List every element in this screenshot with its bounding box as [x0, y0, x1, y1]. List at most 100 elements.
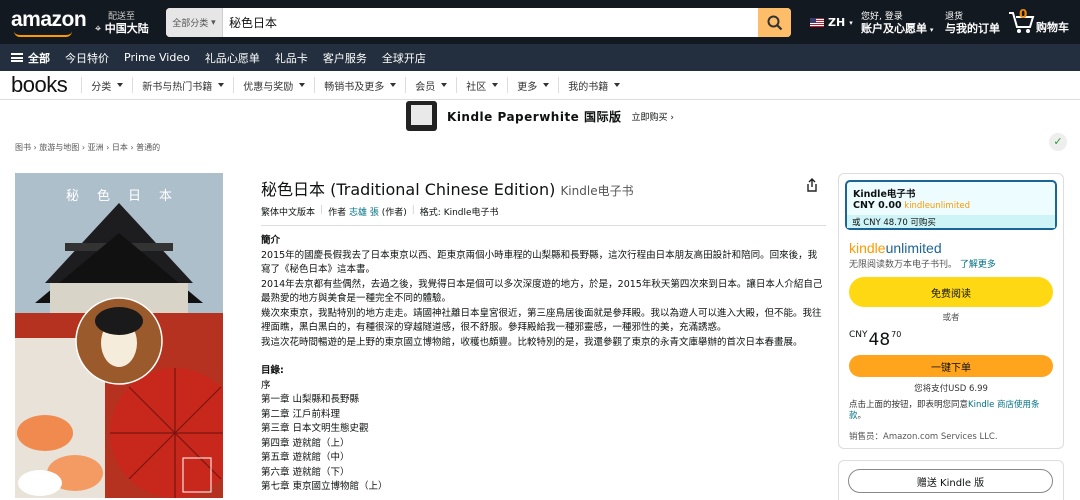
learn-more-link[interactable]: 了解更多 [960, 260, 996, 270]
book-description: 簡介 2015年的國慶長假我去了日本東京以西、距東京兩個小時車程的山梨縣和長野縣… [261, 234, 826, 495]
read-free-button[interactable]: 免费阅读 [849, 277, 1053, 307]
format-value: Kindle电子书 [443, 208, 499, 218]
product-format-suffix: Kindle电子书 [560, 184, 634, 198]
subnav-best-sellers[interactable]: 畅销书及更多 [314, 77, 405, 93]
kindle-banner[interactable]: Kindle Paperwhite 国际版 立即购买 › [0, 100, 1080, 132]
main-nav: 全部 今日特价 Prime Video 礼品心愿单 礼品卡 客户服务 全球开店 [0, 44, 1080, 71]
nav-item-gift-registry[interactable]: 礼品心愿单 [205, 50, 260, 66]
top-header: amazon 配送至 ⌖ 中国大陆 全部分类 ▾ ZH ▾ 您好, 登录 账户及… [0, 0, 1080, 44]
seller-info: 销售员：Amazon.com Services LLC. [849, 432, 998, 442]
subnav-categories[interactable]: 分类 [81, 77, 132, 93]
kindle-device-image [406, 101, 438, 131]
caret-down-icon [390, 83, 397, 87]
search-input[interactable] [223, 8, 758, 37]
nav-item-sell[interactable]: 全球开店 [382, 50, 426, 66]
price: CNY 48 70 [849, 330, 1063, 350]
price-currency: CNY [849, 330, 868, 340]
format-option-kindle[interactable]: Kindle电子书 CNY 0.00 kindleunlimited 或 CNY… [845, 180, 1057, 230]
caret-down-icon [492, 83, 499, 87]
format-label: 格式: [419, 208, 441, 218]
deliver-to-location: 中国大陆 [104, 22, 149, 35]
toc-item: 第五章 遊就館（中） [261, 452, 350, 463]
nav-item-prime-video[interactable]: Prime Video [124, 51, 190, 64]
all-menu-label: 全部 [28, 51, 50, 65]
price-whole: 48 [868, 330, 891, 350]
intro-paragraph: 2014年去京都有些偶然，去過之後，我覺得日本是個可以多次深度遊的地方，於是，2… [261, 278, 823, 305]
nav-item-customer-service[interactable]: 客户服务 [323, 50, 367, 66]
toc-item: 第三章 日本文明生態史觀 [261, 423, 369, 434]
caret-down-icon [543, 83, 550, 87]
intro-paragraph: 2015年的國慶長假我去了日本東京以西、距東京兩個小時車程的山梨縣和長野縣，這次… [261, 249, 818, 276]
cart-count: 0 [1019, 7, 1028, 21]
nav-item-deals[interactable]: 今日特价 [65, 50, 109, 66]
verified-check-icon[interactable]: ✓ [1049, 133, 1067, 151]
product-title: 秘色日本 (Traditional Chinese Edition) [261, 180, 556, 199]
subnav-label: 优惠与奖励 [243, 81, 294, 93]
all-menu-button[interactable]: 全部 [11, 50, 50, 66]
toc-item: 第一章 山梨縣和長野縣 [261, 394, 360, 405]
caret-down-icon [441, 83, 448, 87]
cover-title: 秘色日本 [65, 189, 190, 204]
hamburger-icon [11, 53, 23, 62]
subnav-membership[interactable]: 会员 [405, 77, 456, 93]
subnav-label: 分类 [91, 81, 112, 93]
product-details: 秘色日本 (Traditional Chinese Edition) Kindl… [261, 176, 826, 495]
subnav-deals[interactable]: 优惠与奖励 [233, 77, 314, 93]
banner-title: Kindle Paperwhite 国际版 [447, 109, 622, 124]
toc-item: 第二章 江戶前料理 [261, 408, 341, 420]
search-bar: 全部分类 ▾ [166, 8, 791, 37]
subnav-label: 畅销书及更多 [324, 81, 385, 93]
subnav-more[interactable]: 更多 [507, 77, 558, 93]
search-button[interactable] [758, 8, 791, 37]
buy-now-button[interactable]: 一键下单 [849, 355, 1053, 377]
gift-kindle-button[interactable]: 赠送 Kindle 版 [848, 469, 1053, 493]
intro-paragraph: 幾次來東京，我點特別的地方走走。靖國神社離日本皇宮很近，第三座鳥居後面就是參拜殿… [261, 307, 822, 334]
breadcrumb[interactable]: 图书 › 旅游与地图 › 亚洲 › 日本 › 普通的 [15, 142, 160, 153]
books-brand[interactable]: books [11, 72, 68, 98]
intro-paragraph: 我這次花時間暢遊的是上野的東京國立博物館，收穫也頗豐。比較特別的是，我還參觀了東… [261, 336, 803, 348]
author-label: 作者 [328, 208, 347, 218]
orders-link[interactable]: 退货 与我的订单 [945, 12, 1000, 36]
subnav-my-books[interactable]: 我的书籍 [558, 77, 629, 93]
amazon-logo[interactable]: amazon [11, 8, 87, 32]
terms-text-end: 。 [857, 411, 867, 421]
search-category-label: 全部分类 [172, 19, 209, 29]
cover-artwork [15, 173, 223, 498]
format-option-price: CNY 0.00 [853, 200, 902, 211]
search-category-select[interactable]: 全部分类 ▾ [166, 8, 223, 37]
account-menu[interactable]: 您好, 登录 账户及心愿单 ▾ [861, 12, 933, 36]
format-option-label: Kindle电子书 [853, 189, 916, 200]
cart-label: 购物车 [1036, 21, 1069, 34]
edition-label: 繁体中文版本 [261, 208, 316, 218]
toc-item: 序 [261, 379, 271, 391]
intro-heading: 簡介 [261, 235, 281, 246]
location-pin-icon: ⌖ [95, 22, 102, 35]
ku-desc-text: 无限阅读数万本电子书刊。 [849, 260, 958, 270]
caret-down-icon [614, 83, 621, 87]
banner-cta[interactable]: 立即购买 › [632, 110, 674, 123]
cart-button[interactable]: 0 购物车 [1008, 7, 1069, 35]
kindle-unlimited-logo-b: unlimited [885, 240, 942, 256]
subnav-community[interactable]: 社区 [456, 77, 507, 93]
terms-text: 点击上面的按钮，即表明您同意 [849, 400, 969, 410]
product-byline: 繁体中文版本 | 作者 志雄 張 (作者) | 格式: Kindle电子书 [261, 205, 826, 218]
format-option-alt-price: 或 CNY 48.70 可购买 [847, 215, 1055, 228]
nav-item-gift-cards[interactable]: 礼品卡 [275, 50, 308, 66]
language-label: ZH [828, 16, 846, 29]
chevron-down-icon: ▾ [849, 18, 853, 27]
deliver-to[interactable]: 配送至 ⌖ 中国大陆 [95, 11, 149, 35]
buy-box: Kindle电子书 CNY 0.00 kindleunlimited 或 CNY… [838, 173, 1064, 449]
price-fraction: 70 [891, 330, 902, 339]
us-flag-icon [810, 18, 824, 27]
kindle-unlimited-logo: kindleunlimited [904, 201, 971, 211]
terms-note: 点击上面的按钮，即表明您同意Kindle 商店使用条款。 [849, 400, 1053, 422]
book-cover[interactable]: 秘色日本 [15, 173, 223, 498]
language-selector[interactable]: ZH ▾ [810, 16, 853, 29]
toc-item: 第六章 遊就館（下） [261, 466, 350, 478]
books-subnav: books 分类 新书与热门书籍 优惠与奖励 畅销书及更多 会员 社区 更多 我… [0, 71, 1080, 100]
author-link[interactable]: 志雄 張 [349, 205, 379, 218]
toc-item: 第四章 遊就館（上） [261, 437, 350, 449]
subnav-new-releases[interactable]: 新书与热门书籍 [132, 77, 233, 93]
share-icon[interactable] [805, 178, 819, 192]
